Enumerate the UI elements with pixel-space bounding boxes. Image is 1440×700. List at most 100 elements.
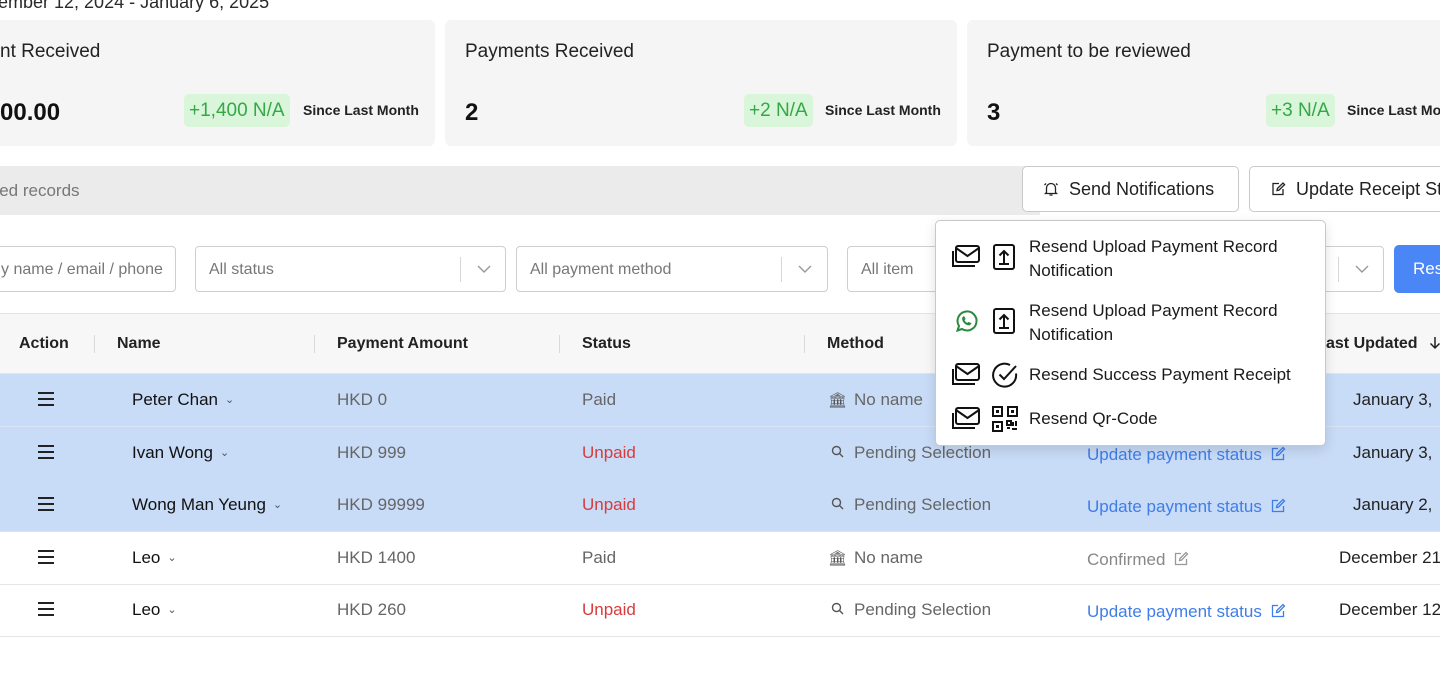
- chevron-down-icon: ⌄: [167, 604, 177, 616]
- column-action: Action: [19, 335, 69, 352]
- row-last-updated: January 3,: [1353, 443, 1433, 462]
- update-payment-status-link[interactable]: Update payment status: [1087, 445, 1286, 465]
- row-actions-icon[interactable]: [38, 392, 54, 410]
- menu-item-resend-upload-whatsapp[interactable]: Resend Upload Payment Record Notificatio…: [936, 297, 1325, 349]
- reset-button[interactable]: Res: [1394, 245, 1440, 293]
- row-name[interactable]: Leo ⌄: [132, 548, 177, 568]
- column-payment-amount[interactable]: Payment Amount: [337, 335, 468, 353]
- table-row[interactable]: Leo ⌄ HKD 1400 Paid 🏛 No name Confirmed De…: [0, 532, 1440, 585]
- since-label: Since Last Month: [303, 102, 419, 118]
- table-row[interactable]: Wong Man Yeung ⌄ HKD 99999 Unpaid Pending…: [0, 479, 1440, 532]
- row-last-updated: December 12: [1339, 600, 1440, 619]
- row-actions-icon[interactable]: [38, 550, 54, 568]
- row-name[interactable]: Leo ⌄: [132, 600, 177, 620]
- delta-badge: +1,400 N/A: [184, 94, 290, 127]
- sort-down-icon: [1430, 337, 1440, 350]
- column-last-updated-label: ast Updated: [1326, 335, 1418, 352]
- menu-item-resend-success-receipt[interactable]: Resend Success Payment Receipt: [936, 361, 1325, 391]
- reset-label: Res: [1413, 259, 1440, 278]
- row-status: Paid: [582, 548, 617, 567]
- row-last-updated: January 2,: [1353, 495, 1433, 514]
- bell-icon: [1043, 182, 1059, 196]
- selected-records-bar: cted records: [0, 166, 1040, 215]
- since-label: Since Last Mor: [1347, 102, 1440, 118]
- row-status: Unpaid: [582, 443, 636, 462]
- row-method: Pending Selection: [828, 443, 991, 463]
- check-circle-icon: [992, 362, 1018, 388]
- row-last-updated: January 3,: [1353, 390, 1433, 409]
- bank-icon: 🏛: [828, 392, 848, 409]
- notification-menu: Resend Upload Payment Record Notificatio…: [935, 220, 1326, 446]
- card-title: Payments Received: [465, 41, 634, 62]
- row-name[interactable]: Ivan Wong ⌄: [132, 443, 229, 463]
- row-name-text: Peter Chan: [132, 390, 218, 409]
- row-amount: HKD 999: [337, 443, 406, 462]
- select-divider: [460, 257, 461, 282]
- menu-item-resend-upload-email[interactable]: Resend Upload Payment Record Notificatio…: [936, 233, 1325, 285]
- upload-icon: [993, 308, 1015, 334]
- row-name[interactable]: Wong Man Yeung ⌄: [132, 495, 282, 515]
- card-value: 00.00: [0, 99, 61, 126]
- card-title: nt Received: [0, 41, 101, 62]
- update-payment-status-link[interactable]: Update payment status: [1087, 497, 1286, 517]
- row-method-text: Pending Selection: [854, 495, 992, 514]
- item-select-value: All item: [861, 261, 914, 278]
- column-last-updated[interactable]: ast Updated: [1326, 335, 1440, 353]
- row-actions-icon[interactable]: [38, 497, 54, 515]
- column-status[interactable]: Status: [582, 335, 631, 353]
- send-notifications-button[interactable]: Send Notifications: [1022, 166, 1239, 212]
- confirmed-text: Confirmed: [1087, 550, 1166, 569]
- edit-icon: [1271, 603, 1286, 618]
- row-amount: HKD 0: [337, 390, 388, 409]
- column-method[interactable]: Method: [827, 335, 884, 353]
- summary-card-amount-received: nt Received 00.00 +1,400 N/A Since Last …: [0, 20, 435, 146]
- chevron-down-icon: ⌄: [167, 552, 177, 564]
- update-payment-status-text: Update payment status: [1087, 602, 1262, 621]
- payment-method-select[interactable]: All payment method: [516, 246, 828, 292]
- update-receipt-status-button[interactable]: Update Receipt St: [1249, 166, 1440, 212]
- search-input[interactable]: y name / email / phone: [0, 246, 176, 292]
- menu-item-label: Resend Success Payment Receipt: [1029, 365, 1291, 384]
- send-notifications-label: Send Notifications: [1069, 178, 1215, 199]
- email-icon: [952, 245, 980, 267]
- chevron-down-icon: [477, 265, 491, 273]
- card-value: 2: [465, 99, 479, 126]
- row-last-updated: December 21: [1339, 548, 1440, 567]
- upload-icon: [993, 244, 1015, 270]
- menu-item-label: Resend Upload Payment Record Notificatio…: [1029, 237, 1278, 280]
- row-method: 🏛 No name: [828, 548, 923, 568]
- search-icon: [828, 602, 846, 619]
- row-status: Unpaid: [582, 495, 636, 514]
- status-select-value: All status: [209, 261, 274, 278]
- status-select[interactable]: All status: [195, 246, 506, 292]
- email-icon: [952, 363, 980, 385]
- qr-code-icon: [992, 406, 1018, 432]
- menu-item-label: Resend Upload Payment Record Notificatio…: [1029, 301, 1278, 344]
- row-name-text: Wong Man Yeung: [132, 495, 266, 514]
- row-status: Paid: [582, 390, 617, 409]
- search-icon: [828, 497, 846, 514]
- search-placeholder: y name / email / phone: [1, 261, 163, 278]
- row-name-text: Leo: [132, 548, 161, 567]
- since-label: Since Last Month: [825, 102, 941, 118]
- row-name[interactable]: Peter Chan ⌄: [132, 390, 234, 410]
- menu-item-resend-qr-code[interactable]: Resend Qr-Code: [936, 405, 1325, 435]
- row-method-text: No name: [854, 548, 923, 567]
- row-method-text: Pending Selection: [854, 600, 992, 619]
- confirmed-status[interactable]: Confirmed: [1087, 550, 1189, 570]
- table-row[interactable]: Leo ⌄ HKD 260 Unpaid Pending Selection Up…: [0, 584, 1440, 637]
- edit-icon: [1271, 498, 1286, 513]
- column-name[interactable]: Name: [117, 335, 161, 353]
- select-divider: [1338, 257, 1339, 282]
- payment-method-select-value: All payment method: [530, 261, 672, 278]
- menu-item-label: Resend Qr-Code: [1029, 409, 1158, 428]
- row-method-text: No name: [854, 390, 923, 409]
- row-method: Pending Selection: [828, 495, 991, 515]
- row-actions-icon[interactable]: [38, 445, 54, 463]
- row-actions-icon[interactable]: [38, 602, 54, 620]
- chevron-down-icon: ⌄: [219, 447, 230, 459]
- row-status: Unpaid: [582, 600, 636, 619]
- update-payment-status-link[interactable]: Update payment status: [1087, 602, 1286, 622]
- chevron-down-icon: [798, 265, 812, 273]
- chevron-down-icon: ⌄: [225, 394, 235, 406]
